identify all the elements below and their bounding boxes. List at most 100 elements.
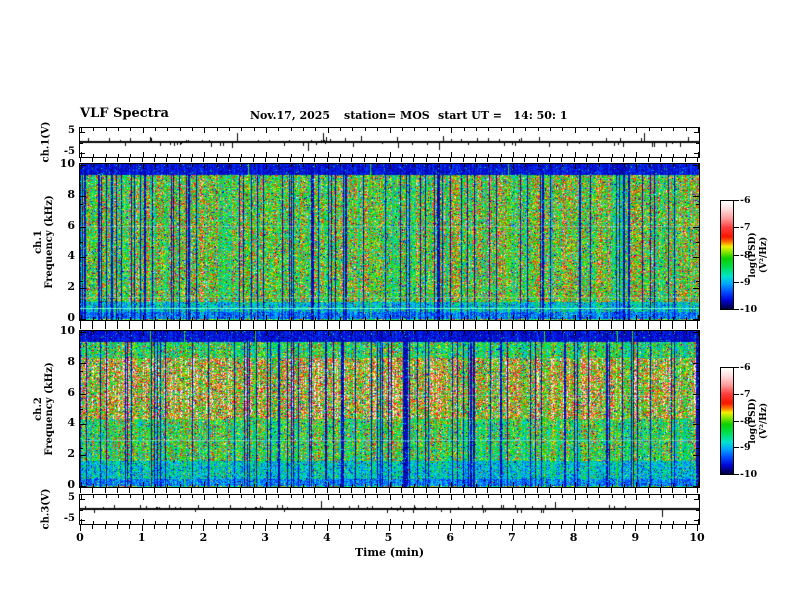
- tick-mark: [266, 519, 268, 524]
- tick-mark: [451, 128, 453, 133]
- tick-mark: [451, 315, 453, 320]
- tick-mark: [315, 495, 317, 498]
- tick-mark: [636, 331, 638, 336]
- tick-mark: [525, 164, 527, 167]
- tick-mark: [648, 331, 650, 334]
- tick-mark: [611, 154, 613, 157]
- tick-mark: [80, 288, 86, 290]
- tick-mark: [694, 132, 699, 134]
- tick-mark: [340, 495, 342, 498]
- tick-mark: [80, 332, 83, 333]
- tick-mark: [340, 128, 342, 131]
- x-tick-label: 2: [199, 531, 208, 544]
- tick-mark: [586, 495, 588, 498]
- tick-mark: [142, 128, 144, 133]
- tick-mark: [215, 158, 217, 162]
- tick-mark: [155, 495, 157, 498]
- tick-mark: [228, 321, 230, 329]
- tick-mark: [253, 164, 255, 167]
- freq-tick-label: 8: [67, 187, 75, 201]
- tick-mark: [426, 128, 428, 131]
- x-tick-label: 3: [261, 531, 269, 544]
- tick-mark: [80, 488, 81, 493]
- tick-mark: [487, 158, 489, 162]
- tick-mark: [155, 154, 157, 157]
- tick-mark: [549, 317, 551, 320]
- tick-mark: [278, 495, 280, 498]
- freq-tick-label: 10: [59, 324, 75, 337]
- tick-mark: [326, 321, 328, 329]
- tick-mark: [105, 154, 107, 157]
- tick-mark: [414, 495, 416, 498]
- tick-mark: [192, 521, 194, 524]
- tick-mark: [314, 321, 316, 329]
- tick-mark: [562, 128, 564, 131]
- tick-mark: [684, 321, 686, 329]
- colorbar-tick-label: -8: [740, 415, 751, 427]
- tick-mark: [192, 128, 194, 131]
- tick-mark: [488, 317, 490, 320]
- tick-mark: [278, 331, 280, 334]
- tick-mark: [598, 158, 600, 162]
- tick-mark: [414, 128, 416, 131]
- tick-mark: [659, 158, 661, 162]
- tick-mark: [438, 521, 440, 524]
- tick-mark: [130, 317, 132, 320]
- tick-mark: [474, 525, 476, 529]
- tick-mark: [352, 495, 354, 498]
- tick-mark: [215, 488, 217, 493]
- tick-mark: [154, 158, 156, 162]
- tick-mark: [647, 488, 649, 493]
- tick-mark: [673, 154, 675, 157]
- tick-mark: [499, 321, 501, 329]
- tick-mark: [488, 495, 490, 498]
- tick-mark: [693, 455, 699, 457]
- tick-mark: [512, 331, 514, 336]
- tick-mark: [694, 152, 699, 154]
- tick-mark: [499, 158, 501, 162]
- tick-mark: [80, 152, 85, 154]
- tick-mark: [426, 331, 428, 334]
- tick-mark: [302, 321, 304, 329]
- tick-mark: [252, 488, 254, 493]
- tick-mark: [229, 495, 231, 498]
- tick-mark: [216, 128, 218, 131]
- tick-mark: [413, 321, 415, 329]
- tick-mark: [734, 367, 739, 368]
- tick-mark: [401, 521, 403, 524]
- tick-mark: [339, 488, 341, 493]
- tick-mark: [537, 331, 539, 334]
- colorbar-tick-label: -10: [740, 469, 758, 480]
- tick-mark: [623, 495, 625, 498]
- tick-mark: [622, 158, 624, 162]
- ch2-frequency-axis-label: ch.2 Frequency (kHz): [33, 362, 55, 456]
- tick-mark: [351, 321, 353, 329]
- tick-mark: [414, 154, 416, 157]
- tick-mark: [488, 128, 490, 131]
- tick-mark: [80, 455, 86, 457]
- tick-mark: [388, 488, 390, 493]
- tick-mark: [314, 525, 316, 529]
- tick-mark: [389, 519, 391, 524]
- tick-mark: [623, 331, 625, 334]
- tick-mark: [413, 525, 415, 529]
- freq-tick-label: 0: [67, 478, 75, 491]
- tick-mark: [289, 321, 291, 329]
- tick-mark: [376, 525, 378, 529]
- tick-mark: [414, 317, 416, 320]
- tick-mark: [450, 488, 452, 493]
- tick-mark: [179, 521, 181, 524]
- x-tick-label: 1: [137, 531, 146, 544]
- tick-mark: [388, 158, 390, 162]
- tick-mark: [401, 317, 403, 320]
- tick-mark: [105, 128, 107, 131]
- tick-mark: [685, 154, 687, 157]
- tick-mark: [192, 164, 194, 167]
- tick-mark: [685, 521, 687, 524]
- tick-mark: [352, 521, 354, 524]
- tick-mark: [241, 331, 243, 334]
- tick-mark: [696, 319, 699, 320]
- tick-mark: [574, 495, 576, 500]
- tick-mark: [622, 488, 624, 493]
- tick-mark: [80, 321, 81, 329]
